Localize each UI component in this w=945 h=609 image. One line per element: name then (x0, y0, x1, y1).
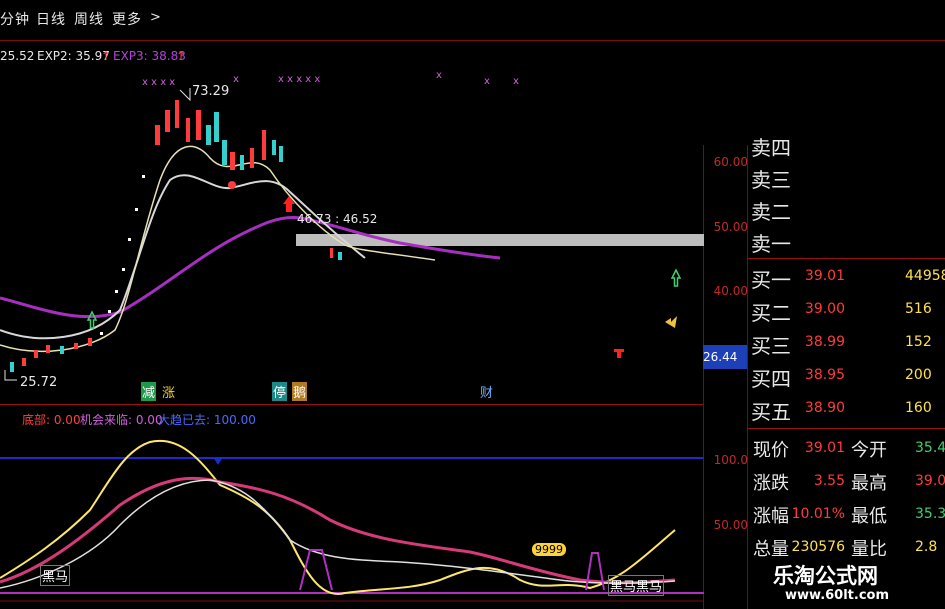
tab-weekly[interactable]: 周线 (74, 9, 104, 29)
ask-label: 卖一 (751, 232, 791, 256)
ask-panel: 卖四 卖三 卖二 卖一 (748, 130, 945, 256)
bid-label: 买三 (751, 334, 791, 358)
red-arrow-icon (283, 196, 295, 212)
indicator-legend-2: 机会来临: 0.00 (80, 413, 163, 427)
quote-label: 涨幅 (753, 506, 789, 527)
indicator-yellow-line (0, 439, 676, 596)
yellow-arrow-icon (665, 316, 677, 328)
current-price-badge: 26.44 (703, 345, 747, 369)
svg-text:x: x (513, 76, 519, 87)
exp3-line (0, 215, 501, 319)
y-axis-label: 40.00 (713, 284, 748, 298)
quote-label: 最高 (851, 473, 887, 494)
quote-value: 39.01 (804, 440, 845, 456)
watermark: 乐淘公式网 www.60lt.com (765, 556, 945, 609)
watermark-url: www.60lt.com (785, 588, 890, 603)
svg-text:x x x x: x x x x (142, 77, 175, 88)
quote-label: 现价 (753, 440, 789, 461)
signal-label: 鹅 (292, 382, 308, 401)
bid-price: 38.99 (804, 334, 845, 350)
quote-value: 35.46 (915, 440, 945, 456)
quote-value: 10.01% (791, 506, 845, 522)
tab-minute[interactable]: 分钟 (0, 9, 30, 29)
quote-value: 3.55 (813, 473, 845, 489)
period-toolbar: 分钟 日线 周线 更多 > (0, 0, 532, 38)
ask-label: 卖二 (751, 200, 791, 224)
ask-label: 卖四 (751, 136, 791, 160)
quote-value: 230576 (791, 539, 845, 555)
indicator-y-axis-label: 100.0 (713, 453, 748, 467)
svg-text:x: x (233, 74, 239, 85)
tab-more[interactable]: 更多 (112, 9, 142, 29)
svg-text:x x x x x: x x x x x (278, 74, 320, 85)
bid-price: 39.01 (804, 268, 845, 284)
high-pointer (179, 88, 191, 102)
signal-label: 涨 (162, 386, 176, 401)
indicator-legend-3: 大趋已去: 100.00 (158, 413, 256, 427)
y-axis-label: 50.00 (713, 220, 748, 234)
quote-value: 39.01 (915, 473, 945, 489)
bid-label: 买四 (751, 367, 791, 391)
quote-value: 35.30 (915, 506, 945, 522)
indicator-white-line (0, 479, 676, 589)
price-chart: x x x x x x x x x x x x x (0, 70, 704, 602)
bid-price: 39.00 (804, 301, 845, 317)
bid-volume: 200 (905, 367, 932, 383)
indicator-y-axis-label: 50.00 (713, 518, 748, 532)
low-price-label: 25.72 (20, 375, 58, 390)
bid-label: 买五 (751, 400, 791, 424)
svg-text:x: x (484, 76, 490, 87)
svg-text:x: x (436, 70, 442, 81)
bid-price: 38.90 (804, 400, 845, 416)
indicator-label: 黑马 (40, 565, 71, 586)
ask-label: 卖三 (751, 168, 791, 192)
bid-volume: 516 (905, 301, 932, 317)
watermark-title: 乐淘公式网 (773, 564, 878, 588)
bid-volume: 160 (905, 400, 932, 416)
quote-label: 今开 (851, 440, 887, 461)
indicator-down-marker (213, 457, 223, 465)
signal-label: 停 (272, 382, 288, 401)
bid-quote-divider (748, 428, 945, 429)
bid-volume: 44958 (905, 268, 945, 284)
stock-terminal: 分钟 日线 周线 更多 > 25.52 EXP2: 35.97 ↑ EXP3: … (0, 0, 945, 609)
arrow-icons (86, 268, 682, 329)
y-axis-label: 60.00 (713, 155, 748, 169)
resistance-band (296, 234, 704, 246)
bid-label: 买一 (751, 268, 791, 292)
indicator-badge: 9999 (532, 543, 566, 556)
mid-price-label: 46.73 : 46.52 (297, 212, 378, 226)
bid-volume: 152 (905, 334, 932, 350)
signal-label: 减 (141, 382, 157, 401)
signal-label: 财 (480, 386, 494, 401)
red-marker-icon (614, 349, 624, 358)
indicator-label: 黑马黑马 (608, 575, 665, 596)
ask-bid-divider (748, 258, 945, 259)
bid-label: 买二 (751, 301, 791, 325)
indicator-legend-1: 底部: 0.00 (22, 413, 81, 427)
quote-value: 2.8 (915, 539, 938, 555)
quote-label: 最低 (851, 506, 887, 527)
quote-label: 涨跌 (753, 473, 789, 494)
chevron-right-icon[interactable]: > (150, 10, 162, 25)
tab-daily[interactable]: 日线 (36, 9, 66, 29)
high-price-label: 73.29 (192, 84, 230, 99)
bid-price: 38.95 (804, 367, 845, 383)
candlesticks (10, 100, 342, 372)
